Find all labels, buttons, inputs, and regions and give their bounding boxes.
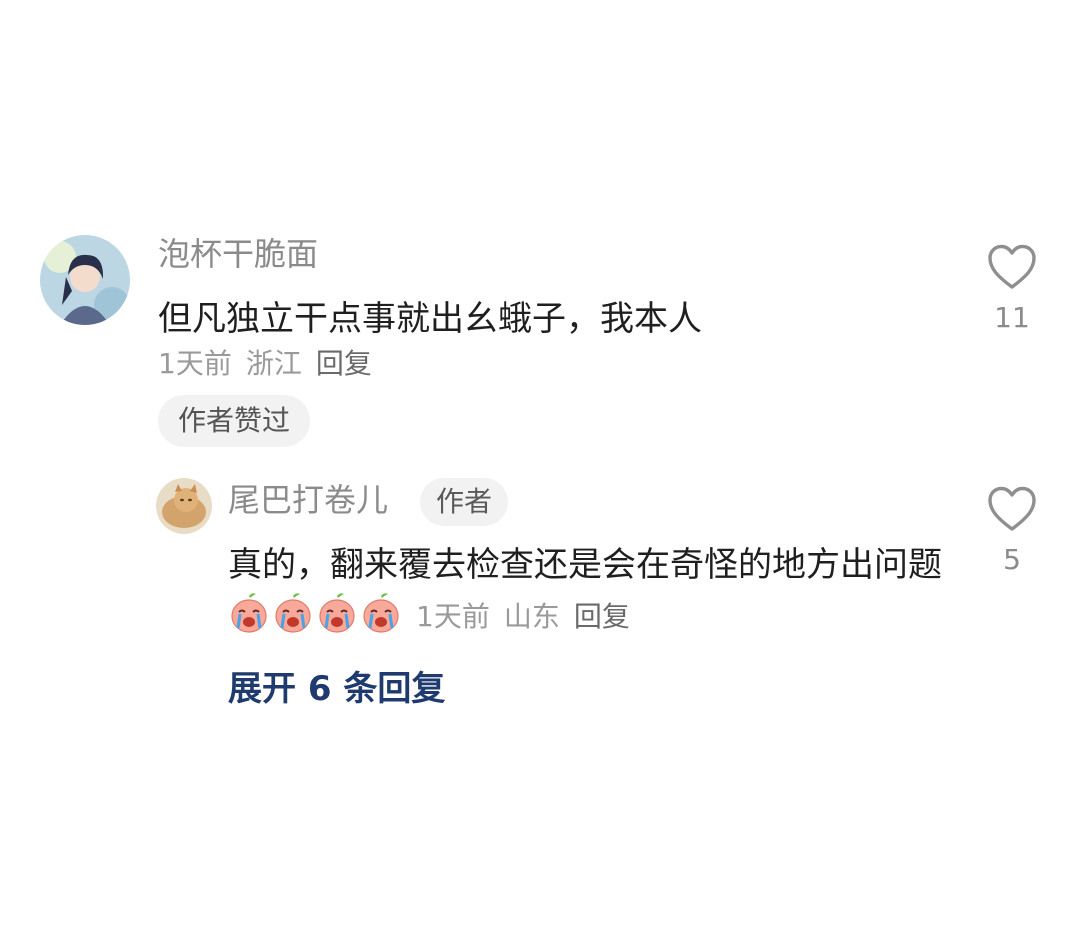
like-button[interactable]: 5 <box>982 486 1042 574</box>
location: 浙江 <box>245 347 302 380</box>
like-count: 11 <box>994 301 1030 334</box>
username[interactable]: 尾巴打卷儿 <box>228 484 388 516</box>
crying-peach-emoji <box>363 593 399 633</box>
avatar[interactable] <box>156 478 212 534</box>
emoji-group <box>228 593 404 635</box>
author-liked-badge: 作者赞过 <box>158 395 311 447</box>
reply-button[interactable]: 回复 <box>316 347 372 380</box>
crying-peach-emoji <box>319 593 355 633</box>
comment-text: 但凡独立干点事就出幺蛾子，我本人 <box>158 299 702 339</box>
expand-replies-button[interactable]: 展开 6 条回复 <box>228 672 445 706</box>
timestamp: 1天前 <box>158 347 232 380</box>
reply-meta: 1天前 山东 回复 <box>416 600 630 633</box>
like-count: 5 <box>1003 543 1021 576</box>
avatar[interactable] <box>40 235 130 325</box>
username[interactable]: 泡杯干脆面 <box>158 238 318 270</box>
like-button[interactable]: 11 <box>982 244 1042 332</box>
heart-icon <box>988 486 1036 531</box>
crying-peach-emoji <box>231 593 267 633</box>
location: 山东 <box>503 600 560 633</box>
reply-text-content: 真的，翻来覆去检查还是会在奇怪的地方出问题 <box>228 545 942 585</box>
author-tag: 作者 <box>420 478 509 526</box>
reply-button[interactable]: 回复 <box>574 600 630 633</box>
timestamp: 1天前 <box>416 600 490 633</box>
comment-meta: 1天前 浙江 回复 <box>158 350 372 378</box>
heart-icon <box>988 244 1036 289</box>
reply-text: 真的，翻来覆去检查还是会在奇怪的地方出问题 1天前 山东 回复 <box>228 540 948 642</box>
crying-peach-emoji <box>275 593 311 633</box>
